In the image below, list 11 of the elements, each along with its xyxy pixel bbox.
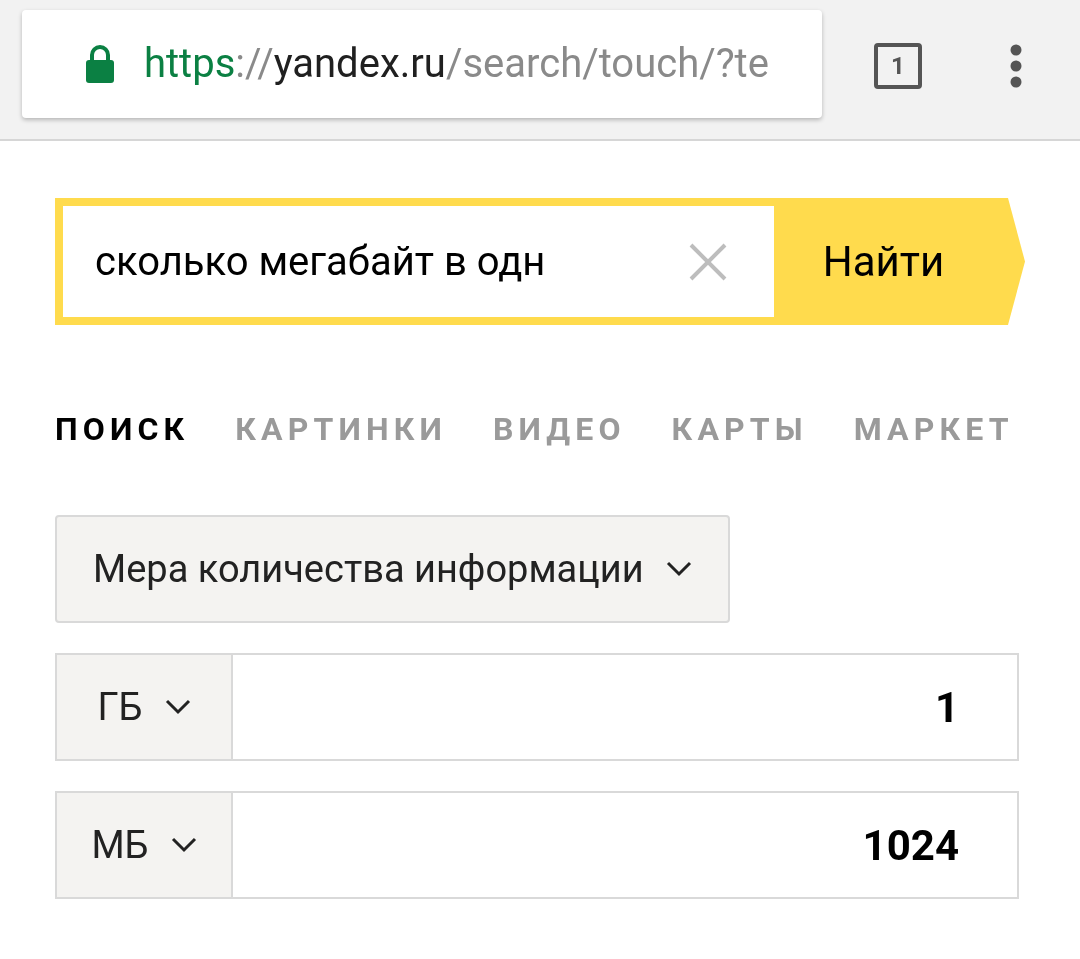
tab-count-icon[interactable]: 1: [874, 43, 922, 89]
address-bar[interactable]: https://yandex.ru/search/touch/?te: [22, 10, 822, 118]
search-field[interactable]: сколько мегабайт в одн: [55, 198, 782, 325]
nav-tab[interactable]: ПОИСК: [55, 405, 190, 453]
chevron-down-icon: [665, 561, 692, 577]
url-text: https://yandex.ru/search/touch/?te: [144, 39, 769, 89]
lock-icon: [84, 45, 116, 83]
search-query: сколько мегабайт в одн: [95, 236, 547, 287]
search-button[interactable]: Найти: [782, 198, 1025, 325]
category-dropdown[interactable]: Мера количества информации: [55, 515, 730, 623]
menu-icon[interactable]: [1010, 44, 1022, 88]
